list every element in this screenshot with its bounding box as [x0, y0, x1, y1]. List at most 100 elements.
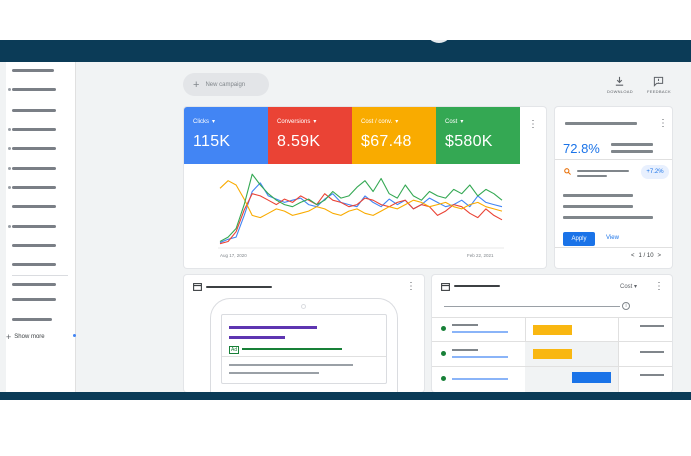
row-value-line	[640, 325, 664, 327]
card-title-line	[206, 286, 272, 288]
more-vert-icon[interactable]: ⋮	[654, 282, 664, 292]
sidebar-item[interactable]	[8, 88, 56, 91]
sidebar-item[interactable]	[12, 318, 52, 321]
show-more-label: Show more	[14, 334, 45, 340]
search-icon	[564, 168, 571, 175]
row-url-line	[452, 356, 508, 358]
pager-text: 1 / 10	[638, 253, 654, 259]
sidebar-item[interactable]	[12, 263, 56, 266]
divider	[222, 356, 386, 357]
ad-description-line	[229, 364, 353, 366]
table-divider	[432, 317, 672, 318]
table-divider	[432, 366, 672, 367]
view-link[interactable]: View	[606, 235, 619, 241]
feedback-icon	[654, 76, 664, 87]
download-icon	[616, 76, 624, 86]
sidebar-item[interactable]	[12, 283, 56, 286]
rec-text-line	[577, 175, 607, 177]
sidebar-item[interactable]	[8, 186, 56, 189]
sidebar-item[interactable]	[12, 298, 56, 301]
show-more-button[interactable]: + Show more	[6, 332, 45, 342]
browser-icon	[193, 283, 202, 291]
row-value-line	[640, 374, 664, 376]
cost-bar	[533, 325, 572, 335]
sidebar-item[interactable]	[12, 109, 56, 112]
cost-column-selector[interactable]: Cost ▾	[620, 283, 637, 290]
phone-camera	[301, 304, 306, 309]
recommendation-title	[565, 122, 637, 125]
metric-label: Cost / conv.	[361, 118, 393, 125]
card-title-line	[454, 285, 500, 287]
sidebar-divider	[12, 275, 68, 276]
plus-icon: +	[6, 332, 12, 342]
more-vert-icon[interactable]: ⋮	[406, 282, 416, 292]
sidebar-item[interactable]	[12, 69, 54, 72]
chevron-right-icon[interactable]: >	[658, 253, 662, 259]
new-campaign-button[interactable]: + New campaign	[183, 73, 269, 96]
chart-end-date: Feb 22, 2021	[467, 253, 494, 258]
phone-mockup: Ad	[210, 298, 398, 392]
divider	[555, 159, 672, 160]
score-text-line	[611, 143, 653, 146]
chevron-left-icon[interactable]: <	[631, 253, 635, 259]
info-icon[interactable]: i	[622, 302, 630, 310]
metric-value: $67.48	[361, 133, 412, 150]
row-url-line	[452, 331, 508, 333]
row-title-line	[452, 324, 478, 326]
more-vert-icon[interactable]: ⋮	[528, 120, 538, 130]
apply-button[interactable]: Apply	[563, 232, 595, 246]
feedback-label: FEEDBACK	[647, 89, 671, 94]
sidebar-item[interactable]	[8, 128, 56, 131]
metric-value: 8.59K	[277, 133, 321, 150]
download-label: DOWNLOAD	[607, 89, 633, 94]
ad-headline-line	[229, 326, 317, 329]
rec-body-line	[563, 194, 633, 197]
metric-label-row: Cost / conv. ▾	[361, 118, 436, 126]
metric-label: Clicks	[193, 118, 209, 125]
bottom-frame-band	[0, 392, 691, 400]
ad-description-line	[229, 372, 319, 374]
sidebar: + Show more	[6, 62, 76, 392]
caret-down-icon: ▾	[395, 119, 399, 125]
sidebar-item[interactable]	[8, 147, 56, 150]
sidebar-item[interactable]	[8, 225, 56, 228]
ad-url-line	[242, 348, 342, 350]
sidebar-item[interactable]	[12, 244, 56, 247]
row-value-line	[640, 351, 664, 353]
rec-body-line	[563, 216, 653, 219]
download-button[interactable]: DOWNLOAD	[607, 76, 633, 94]
cost-bar	[572, 372, 611, 383]
metric-value: 115K	[193, 133, 231, 150]
plus-icon: +	[193, 78, 200, 91]
recommendation-pager: < 1 / 10 >	[631, 253, 661, 259]
score-text-line	[611, 150, 653, 153]
metric-cost-per-conv[interactable]: Cost / conv. ▾ $67.48	[352, 107, 436, 164]
top-frame-band	[0, 40, 691, 62]
cost-bar	[533, 349, 572, 359]
series-line-clicks	[219, 182, 503, 244]
feedback-button[interactable]: FEEDBACK	[647, 76, 671, 94]
metric-label-row: Cost ▾	[445, 118, 520, 126]
table-card: Cost ▾ ⋮ i	[432, 275, 672, 392]
metric-value: $580K	[445, 133, 493, 150]
table-header-line	[444, 306, 620, 307]
metric-label: Conversions	[277, 118, 311, 125]
row-title-line	[452, 349, 478, 351]
metric-clicks[interactable]: Clicks ▾ 115K	[184, 107, 268, 164]
sidebar-item[interactable]	[12, 205, 56, 208]
browser-icon	[441, 283, 450, 291]
metric-label-row: Conversions ▾	[277, 118, 352, 126]
metric-conversions[interactable]: Conversions ▾ 8.59K	[268, 107, 352, 164]
performance-card: Clicks ▾ 115K Conversions ▾ 8.59K Cost / c…	[184, 107, 546, 268]
chart-start-date: Aug 17, 2020	[220, 253, 247, 258]
metric-cost[interactable]: Cost ▾ $580K	[436, 107, 520, 164]
status-dot	[441, 326, 446, 331]
caret-down-icon: ▾	[460, 119, 464, 125]
new-campaign-label: New campaign	[205, 81, 246, 88]
sidebar-item[interactable]	[8, 167, 56, 170]
show-more-indicator	[73, 334, 76, 337]
more-vert-icon[interactable]: ⋮	[658, 119, 668, 129]
caret-down-icon: ▾	[634, 284, 638, 290]
divider	[555, 247, 672, 248]
status-dot	[441, 351, 446, 356]
